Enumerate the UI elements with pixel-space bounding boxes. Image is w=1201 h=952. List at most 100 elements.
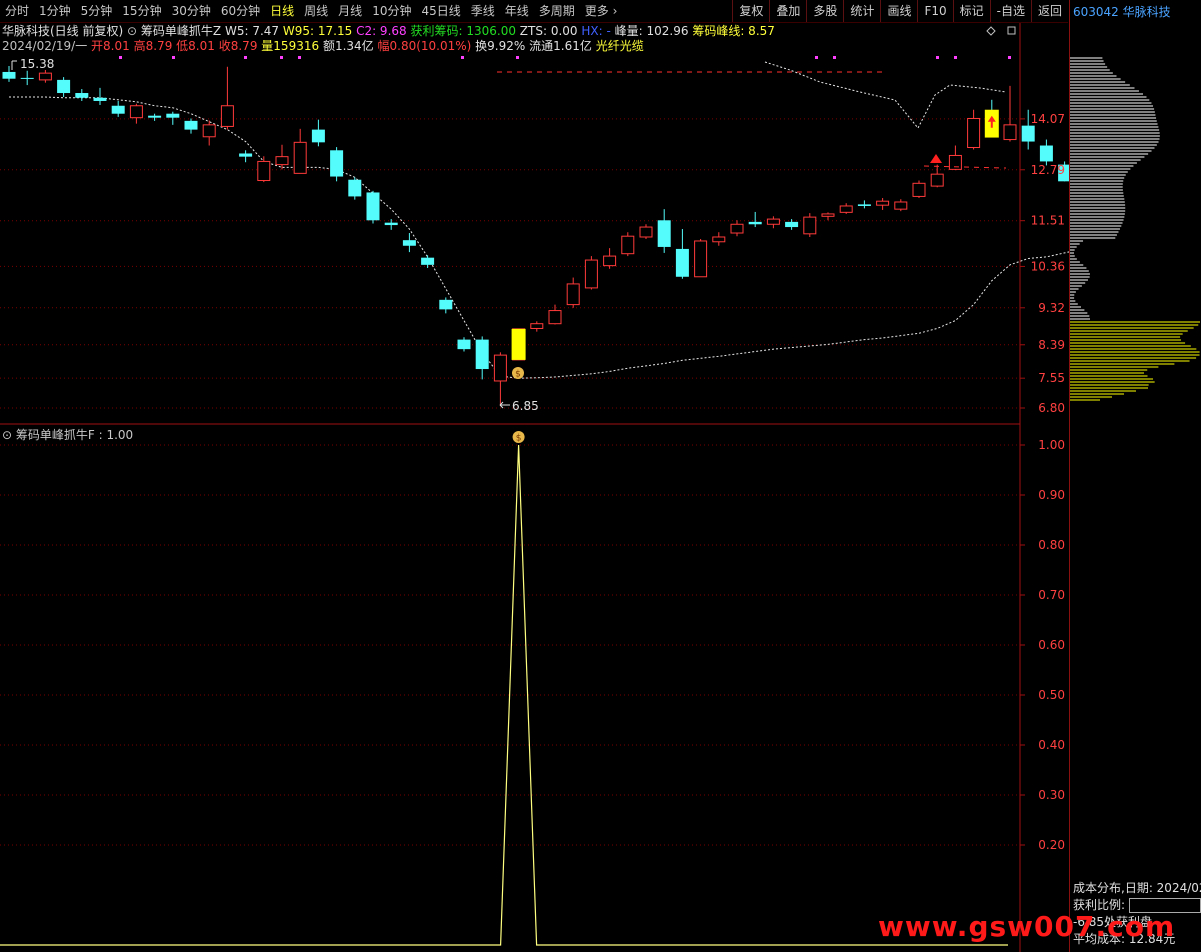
toolbar-buttons: 复权 叠加 多股 统计 画线 F10 标记 -自选 返回 xyxy=(732,0,1068,22)
candle-body-down xyxy=(166,113,180,118)
period-tab-1[interactable]: 1分钟 xyxy=(34,0,76,22)
triangle-up-icon xyxy=(930,154,942,163)
candle-body-up xyxy=(275,156,289,166)
candle-body-down xyxy=(657,220,671,247)
marker-dot xyxy=(298,56,301,59)
indicator-toggle-icon[interactable]: ⊙ xyxy=(127,24,137,38)
candle xyxy=(584,256,598,290)
candle-body-down xyxy=(2,71,16,79)
candle-body-up xyxy=(530,323,544,329)
candle-body-up xyxy=(948,154,962,170)
candle xyxy=(57,77,71,97)
period-tab-14[interactable]: 更多 › xyxy=(580,0,623,22)
candle xyxy=(639,224,653,239)
chip-distribution-chart xyxy=(1070,57,1200,401)
candle-body-down xyxy=(675,248,689,277)
period-toolbar: 分时 1分钟 5分钟 15分钟 30分钟 60分钟 日线 周线 月线 10分钟 45日线 季线 年线 多周… xyxy=(0,0,1068,23)
close-price: 收8.79 xyxy=(218,39,258,53)
candle-body-up xyxy=(712,236,726,243)
price-axis: 14.07 12.79 11.51 10.36 9.32 8.39 7.55 6.80 1.00… xyxy=(1020,112,1065,852)
amount: 额1.34亿 xyxy=(322,39,374,53)
period-tab-5[interactable]: 60分钟 xyxy=(216,0,265,22)
candle-body-down xyxy=(184,120,198,130)
toolbar-button-3[interactable]: 统计 xyxy=(843,0,880,22)
period-tab-2[interactable]: 5分钟 xyxy=(76,0,118,22)
toolbar-button-1[interactable]: 叠加 xyxy=(769,0,806,22)
high-price-label: 15.38 xyxy=(20,57,54,71)
indicator-tick-label: 0.40 xyxy=(1038,738,1065,752)
high-marker-icon xyxy=(11,60,17,70)
candle-body-up xyxy=(839,205,853,213)
marker-dot xyxy=(936,56,939,59)
toolbar-button-2[interactable]: 多股 xyxy=(806,0,843,22)
candle-body-up xyxy=(220,105,234,127)
period-tab-12[interactable]: 年线 xyxy=(500,0,534,22)
toolbar-button-8[interactable]: 返回 xyxy=(1030,0,1068,22)
toolbar-button-4[interactable]: 画线 xyxy=(880,0,917,22)
period-tab-9[interactable]: 10分钟 xyxy=(367,0,416,22)
candle xyxy=(748,211,762,228)
candle-body-down xyxy=(75,93,89,98)
candle xyxy=(366,190,380,224)
money-bag-icon: $ xyxy=(512,431,525,444)
profit-chip-value: 获利筹码: 1306.00 xyxy=(410,24,516,38)
indicator-toggle-icon[interactable]: ⊙ xyxy=(2,428,12,442)
candle-body-up xyxy=(803,216,817,235)
candle-body-up xyxy=(930,173,944,187)
period-tab-11[interactable]: 季线 xyxy=(466,0,500,22)
signal-bars xyxy=(511,109,999,360)
volume: 量159316 xyxy=(261,39,320,53)
price-tick-label: 14.07 xyxy=(1031,112,1065,126)
candle-body-up xyxy=(548,310,562,325)
candle-body-down xyxy=(57,79,71,94)
period-tab-8[interactable]: 月线 xyxy=(333,0,367,22)
period-tab-4[interactable]: 30分钟 xyxy=(167,0,216,22)
low-price-label: 6.85 xyxy=(512,399,539,413)
candle-body-down xyxy=(457,339,471,350)
candle-body-up xyxy=(694,240,708,278)
period-tab-6[interactable]: 日线 xyxy=(265,0,299,22)
period-tab-13[interactable]: 多周期 xyxy=(534,0,580,22)
candle-body-down xyxy=(111,105,125,114)
period-tab-10[interactable]: 45日线 xyxy=(416,0,465,22)
price-tick-label: 8.39 xyxy=(1038,338,1065,352)
candle xyxy=(657,209,671,253)
toolbar-button-7[interactable]: -自选 xyxy=(989,0,1031,22)
candle-body-up xyxy=(566,283,580,306)
candle xyxy=(293,128,307,174)
money-bag-glyph: $ xyxy=(515,370,521,380)
candle xyxy=(857,200,871,209)
chart-canvas[interactable]: $15.38 6.85 14.07 12.79 11.51 10.36 9.32 8.39 7… xyxy=(0,0,1069,952)
candle xyxy=(730,220,744,237)
period-tab-7[interactable]: 周线 xyxy=(299,0,333,22)
candle-body-down xyxy=(402,240,416,246)
candle xyxy=(621,232,635,257)
indicator-name[interactable]: 筹码单峰抓牛Z xyxy=(141,24,221,38)
candle xyxy=(202,120,216,146)
candle xyxy=(457,337,471,352)
candle-body-up xyxy=(621,235,635,255)
chip-distribution-sidebar: 603042 华脉科技 成本分布,日期: 2024/02 获利比例: -6.85… xyxy=(1069,0,1201,952)
toolbar-button-0[interactable]: 复权 xyxy=(732,0,769,22)
indicator-tick-label: 0.20 xyxy=(1038,838,1065,852)
period-tab-0[interactable]: 分时 xyxy=(0,0,34,22)
toolbar-button-5[interactable]: F10 xyxy=(917,0,952,22)
high-price: 高8.79 xyxy=(133,39,173,53)
square-icon xyxy=(1007,26,1016,35)
candle xyxy=(148,113,162,121)
candle xyxy=(766,216,780,229)
indicator-panel: $ xyxy=(0,431,1008,946)
indicator-tick-label: 1.00 xyxy=(1038,438,1065,452)
candle-body-down xyxy=(857,204,871,206)
indicator-info-line: 华脉科技(日线 前复权) ⊙ 筹码单峰抓牛Z W5: 7.47 W95: 17.… xyxy=(2,23,775,39)
indicator-panel-label[interactable]: 筹码单峰抓牛F : 1.00 xyxy=(16,428,133,442)
candle-body-up xyxy=(129,105,143,119)
candle xyxy=(548,304,562,325)
concept-tag[interactable]: 光纤光缆 xyxy=(596,39,644,53)
marker-dot xyxy=(119,56,122,59)
watermark-text: www.gsw007.com xyxy=(878,910,1176,943)
toolbar-button-6[interactable]: 标记 xyxy=(952,0,990,22)
period-tab-3[interactable]: 15分钟 xyxy=(117,0,166,22)
candle xyxy=(694,238,708,278)
candle xyxy=(93,87,107,105)
